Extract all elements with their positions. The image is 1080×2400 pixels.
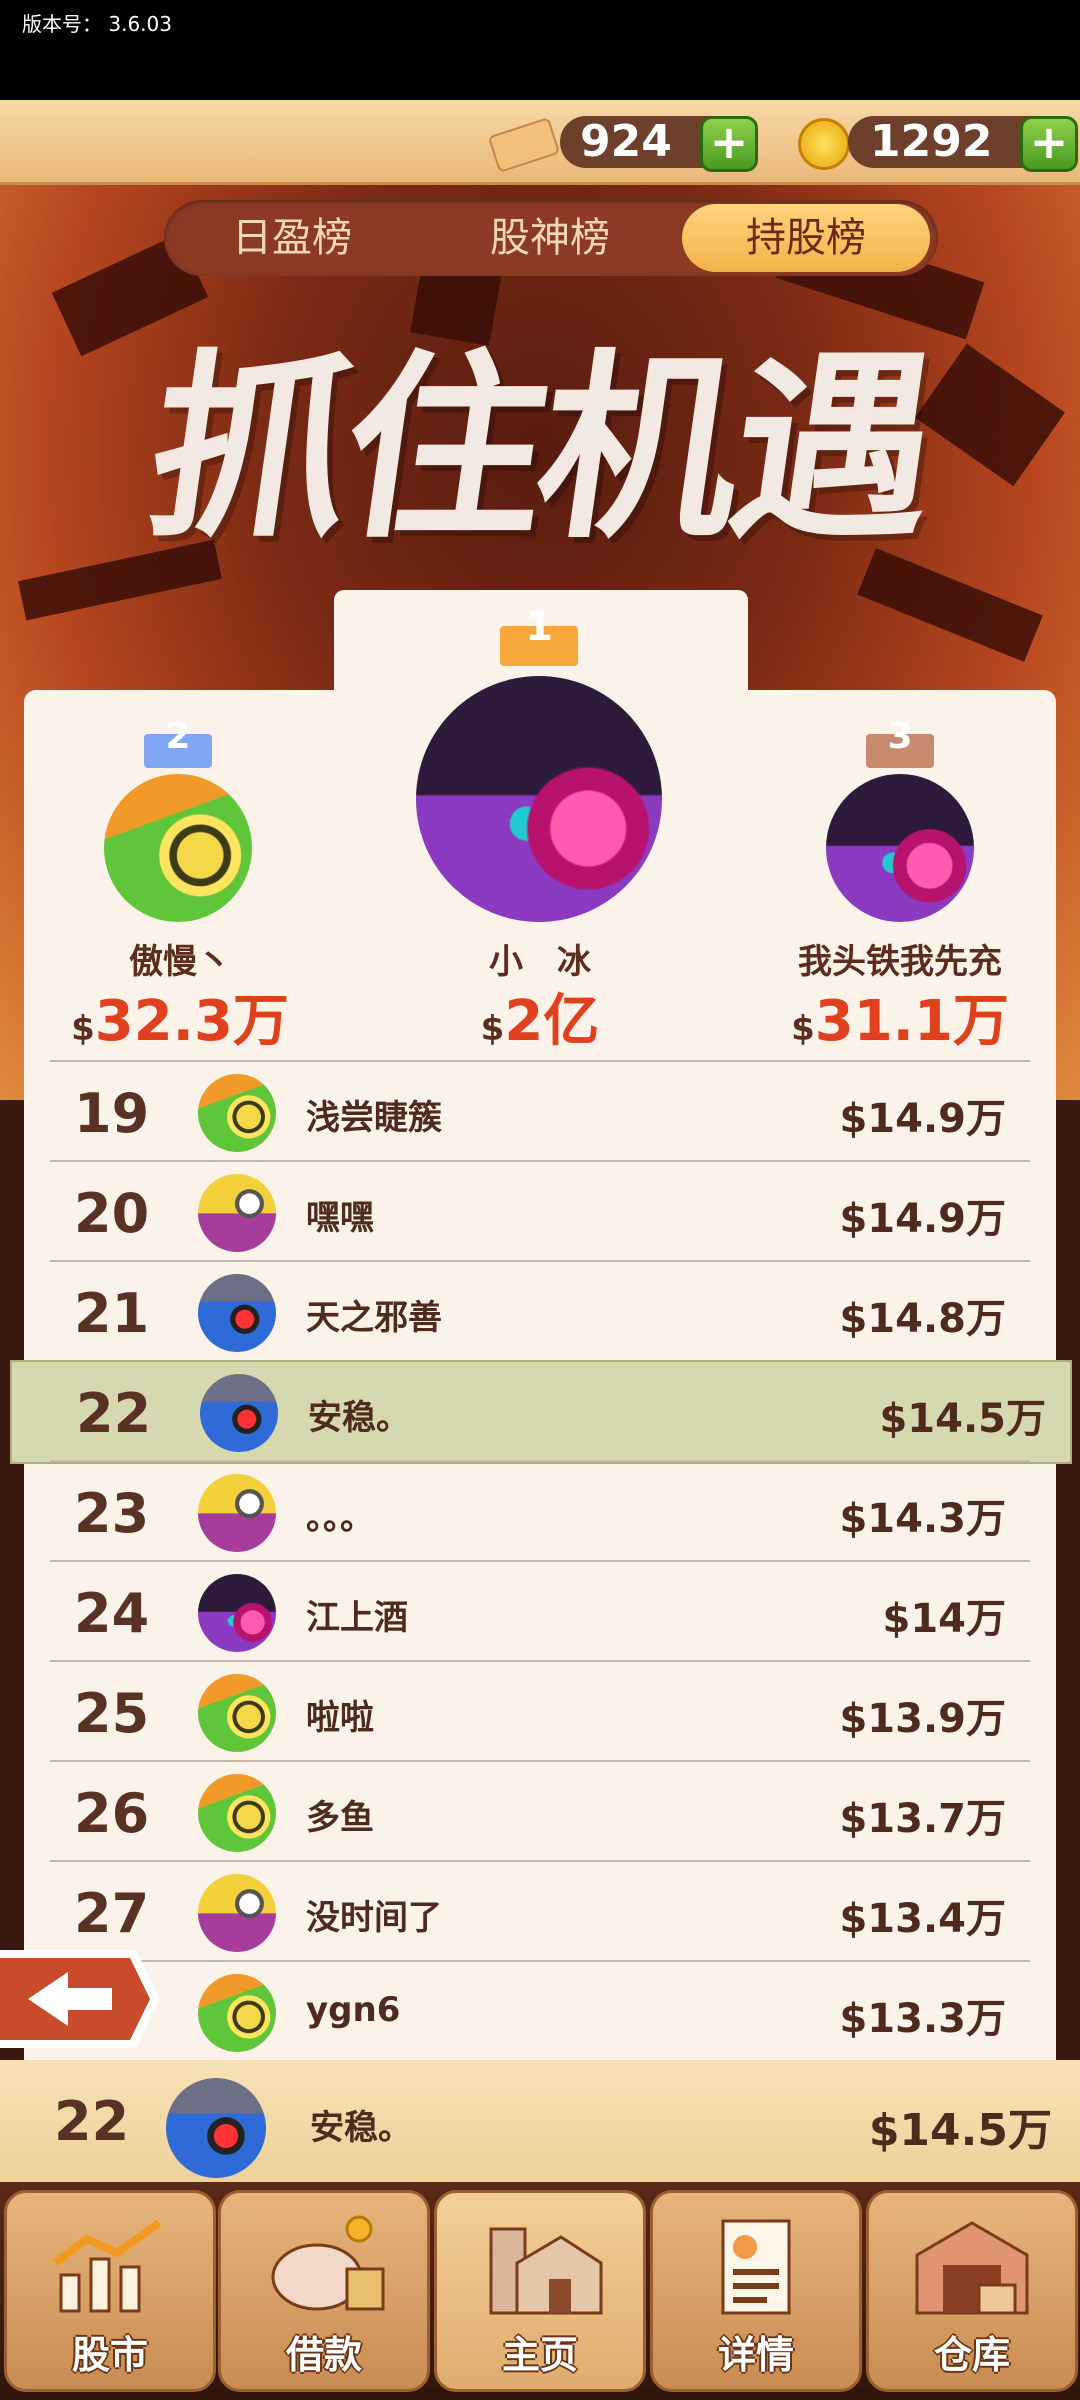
podium-avatar-3[interactable] [826,774,974,922]
row-value: $13.4万 [839,1896,1006,1942]
tab-stock-god[interactable]: 股神榜 [426,204,674,272]
status-bar: 版本号： 3.6.03 [0,0,1080,100]
row-rank: 19 [74,1082,150,1145]
table-row[interactable]: 26 多鱼 $13.7万 [50,1760,1030,1862]
nav-warehouse[interactable]: 仓库 [866,2190,1078,2392]
green-icon [198,1774,276,1852]
table-row[interactable]: 27 没时间了 $13.4万 [50,1860,1030,1962]
my-player-name: 安稳。 [310,2108,412,2148]
nav-label: 借款 [285,2333,362,2377]
nav-label: 详情 [717,2333,794,2377]
green-icon [198,1074,276,1152]
my-rank: 22 [54,2090,130,2153]
nav-stock-market[interactable]: 股市 [4,2190,216,2392]
fish-icon [198,1474,276,1552]
podium-avatar-2[interactable] [104,774,252,922]
my-value: $14.5万 [868,2105,1052,2156]
crown-bronze-icon: 3 [866,712,934,768]
nav-details[interactable]: 详情 [650,2190,862,2392]
crown-gold-icon: 1 [500,600,578,666]
nav-home[interactable]: 主页 [434,2190,646,2392]
robot-icon [200,1374,278,1452]
page-title: 抓住机遇 [135,333,945,566]
currency-bar: 924 + 1292 + [0,100,1080,185]
version-label: 版本号： 3.6.03 [22,12,172,36]
coin-icon [798,118,850,170]
row-value: $14.8万 [839,1296,1006,1342]
fish-icon [198,1174,276,1252]
table-row[interactable]: 21 天之邪善 $14.8万 [50,1260,1030,1362]
row-player-name: 天之邪善 [306,1298,442,1338]
row-rank: 25 [74,1682,150,1745]
row-value: $14.9万 [839,1096,1006,1142]
row-player-name: 啦啦 [306,1698,374,1738]
table-row[interactable]: 25 啦啦 $13.9万 [50,1660,1030,1762]
leaderboard-list: 19 浅尝睫簇 $14.9万 20 嘿嘿 $14.9万 21 天之邪善 $14.… [10,1060,1072,2062]
crown-silver-icon: 2 [144,712,212,768]
green-icon [198,1674,276,1752]
row-value: $14万 [882,1596,1007,1642]
tab-daily-profit[interactable]: 日盈榜 [168,204,416,272]
row-rank: 20 [74,1182,150,1245]
row-rank: 21 [74,1282,150,1345]
row-player-name: 安稳。 [308,1398,410,1438]
table-row[interactable]: 24 江上酒 $14万 [50,1560,1030,1662]
back-arrow-icon [0,1950,160,2048]
robot-icon [166,2078,266,2178]
warehouse-icon [909,2215,1035,2319]
piggy-bank-icon [261,2215,387,2319]
nav-label: 股市 [71,2333,148,2377]
document-icon [693,2215,819,2319]
row-player-name: 。。。 [306,1498,374,1538]
row-value: $14.9万 [839,1196,1006,1242]
tab-holdings[interactable]: 持股榜 [682,204,930,272]
back-button[interactable] [0,1946,164,2052]
stock-chart-icon [47,2215,173,2319]
row-rank: 26 [74,1782,150,1845]
podium-amount-1: $2亿 [480,989,600,1054]
nav-label: 仓库 [933,2333,1010,2377]
podium-avatar-1[interactable] [416,676,662,922]
robot-icon [198,1274,276,1352]
row-rank: 27 [74,1882,150,1945]
row-player-name: 浅尝睫簇 [306,1098,442,1138]
podium-amount-2: $32.3万 [71,989,289,1054]
row-player-name: 嘿嘿 [306,1198,374,1238]
green-icon [198,1974,276,2052]
row-rank: 22 [76,1382,152,1445]
row-value: $14.3万 [839,1496,1006,1542]
row-player-name: 多鱼 [306,1798,374,1838]
table-row[interactable]: 19 浅尝睫簇 $14.9万 [50,1060,1030,1162]
table-row[interactable]: 23 。。。 $14.3万 [50,1460,1030,1562]
row-player-name: 没时间了 [306,1898,442,1938]
fish-icon [198,1874,276,1952]
table-row[interactable]: 20 嘿嘿 $14.9万 [50,1160,1030,1262]
row-value: $14.5万 [879,1396,1046,1442]
podium-amount-3: $31.1万 [791,989,1009,1054]
bottom-nav: 股市 借款 主页 详情 仓库 [0,2182,1080,2400]
row-value: $13.9万 [839,1696,1006,1742]
nav-label: 主页 [501,2333,578,2377]
row-rank: 24 [74,1582,150,1645]
table-row-current-user[interactable]: 22 安稳。 $14.5万 [10,1360,1072,1464]
leaderboard-tabs: 日盈榜 股神榜 持股榜 [164,200,938,276]
add-cash-button[interactable]: + [700,116,758,172]
purple-icon [198,1574,276,1652]
row-player-name: ygn6 [306,1990,401,2030]
table-row[interactable]: ygn6 $13.3万 [50,1960,1030,2062]
nav-loan[interactable]: 借款 [218,2190,430,2392]
home-icon [477,2215,603,2319]
cash-icon [487,117,561,173]
row-rank: 23 [74,1482,150,1545]
add-coins-button[interactable]: + [1020,116,1078,172]
row-value: $13.3万 [839,1996,1006,2042]
my-rank-bar: 22 安稳。 $14.5万 [0,2060,1080,2182]
row-value: $13.7万 [839,1796,1006,1842]
row-player-name: 江上酒 [306,1598,408,1638]
